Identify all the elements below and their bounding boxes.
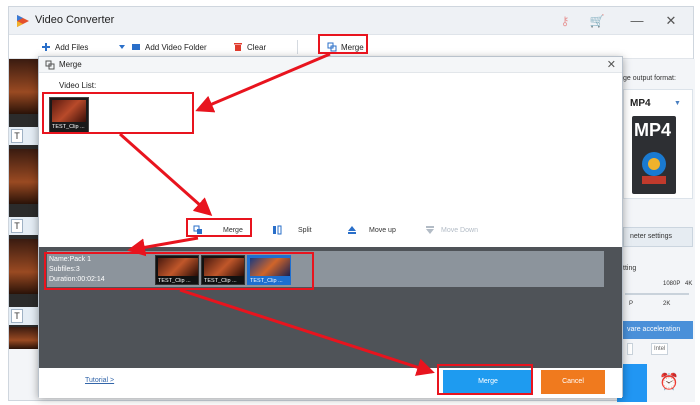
- intel-chip[interactable]: Intel: [651, 343, 669, 355]
- dialog-title-bar: Merge ✕: [39, 57, 622, 73]
- dialog-title: Merge: [59, 60, 82, 69]
- title-bar: Video Converter ⚷ 🛒 — ✕: [9, 7, 693, 35]
- annotation-box-video-list: [42, 92, 194, 134]
- merge-icon: [45, 60, 55, 70]
- alarm-clock-icon[interactable]: ⏰: [659, 373, 679, 393]
- dialog-actions: Merge Split Move up Move Down: [39, 223, 622, 241]
- file-list-column: T T T: [9, 59, 39, 349]
- video-list-label: Video List:: [59, 81, 97, 90]
- output-panel: ge output format: MP4 ▼ MP4 neter settin…: [617, 59, 695, 402]
- move-down-button[interactable]: Move Down: [425, 225, 478, 235]
- mp4-format-icon: MP4: [632, 116, 676, 194]
- chevron-down-icon: ▼: [674, 100, 681, 107]
- cancel-button[interactable]: Cancel: [541, 370, 605, 394]
- plus-icon: [42, 43, 50, 51]
- tutorial-link[interactable]: Tutorial >: [85, 377, 114, 384]
- add-video-folder-label: Add Video Folder: [145, 42, 207, 52]
- file-thumbnail[interactable]: [9, 327, 39, 349]
- annotation-box-toolbar-merge: [318, 34, 368, 54]
- dialog-close-button[interactable]: ✕: [607, 58, 616, 71]
- file-thumbnail[interactable]: [9, 239, 39, 294]
- folder-icon: [132, 44, 140, 50]
- add-files-button[interactable]: Add Files: [41, 40, 88, 54]
- text-icon[interactable]: T: [11, 309, 23, 323]
- res-label-1080p: 1080P: [663, 281, 681, 287]
- hardware-acceleration-toggle[interactable]: vare acceleration: [623, 321, 693, 339]
- mp4-icon-text: MP4: [634, 120, 672, 140]
- output-format-label: ge output format:: [623, 75, 676, 82]
- toolbar-divider: [297, 40, 298, 54]
- annotation-box-merge-button: [437, 364, 533, 395]
- output-format-selector[interactable]: MP4 ▼ MP4: [623, 89, 693, 199]
- file-thumbnail[interactable]: [9, 59, 39, 114]
- file-thumbnail[interactable]: [9, 149, 39, 204]
- film-art-icon: [642, 152, 666, 184]
- close-window-button[interactable]: ✕: [663, 13, 679, 29]
- move-up-label: Move up: [369, 226, 396, 234]
- trash-icon: [234, 43, 242, 51]
- format-name: MP4: [630, 98, 651, 109]
- clear-button[interactable]: Clear: [233, 40, 266, 54]
- setting-label: tting: [623, 265, 637, 272]
- text-icon[interactable]: T: [11, 219, 23, 233]
- res-label-p: P: [629, 301, 634, 307]
- app-title: Video Converter: [35, 14, 115, 26]
- move-down-label: Move Down: [441, 226, 478, 234]
- move-up-button[interactable]: Move up: [347, 225, 396, 235]
- split-action-button[interactable]: Split: [272, 225, 312, 235]
- move-up-icon: [348, 226, 356, 234]
- file-strip: T: [9, 127, 39, 145]
- split-icon: [273, 225, 282, 235]
- add-video-folder-button[interactable]: Add Video Folder: [117, 40, 207, 54]
- split-action-label: Split: [298, 226, 312, 234]
- key-icon[interactable]: ⚷: [557, 13, 573, 29]
- annotation-box-pack-row: [44, 252, 314, 290]
- text-icon[interactable]: T: [11, 129, 23, 143]
- res-label-2k: 2K: [663, 301, 671, 307]
- parameter-settings-button[interactable]: neter settings: [623, 227, 693, 247]
- add-files-label: Add Files: [55, 42, 89, 52]
- annotation-box-merge-action: [186, 218, 252, 237]
- res-label-4k: 4K: [685, 281, 693, 287]
- dialog-footer: Tutorial > Merge Cancel: [39, 368, 622, 398]
- app-logo-icon: [17, 15, 29, 27]
- move-down-icon: [426, 226, 434, 234]
- cart-icon[interactable]: 🛒: [589, 13, 605, 29]
- dropdown-icon: [119, 45, 125, 49]
- nvidia-chip[interactable]: [627, 343, 633, 355]
- quality-slider[interactable]: [625, 293, 689, 295]
- clear-label: Clear: [247, 42, 267, 52]
- minimize-button[interactable]: —: [629, 13, 645, 29]
- file-strip: T: [9, 217, 39, 235]
- file-strip: T: [9, 307, 39, 325]
